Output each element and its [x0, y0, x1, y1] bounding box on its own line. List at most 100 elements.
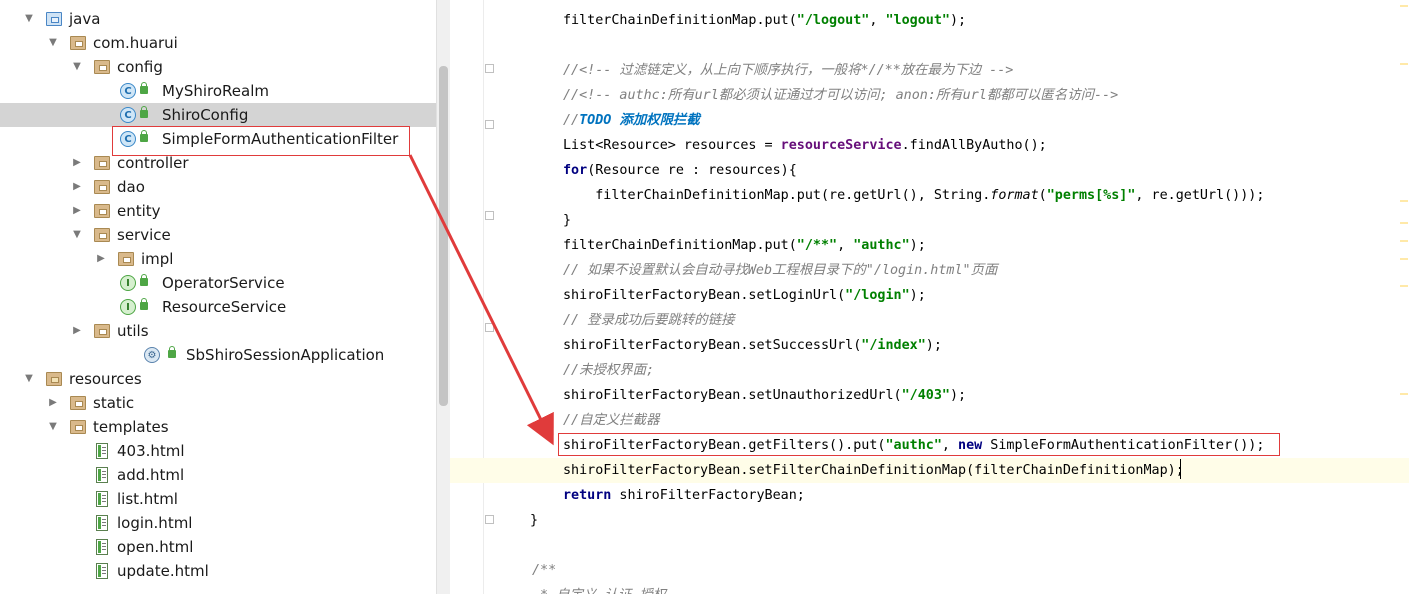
code-token: ,	[837, 238, 854, 253]
expand-arrow-icon[interactable]: ▼	[46, 31, 60, 55]
code-line[interactable]: //<!-- authc:所有url都必须认证通过才可以访问; anon:所有u…	[450, 83, 1409, 108]
tree-item-myshirorealm[interactable]: C MyShiroRealm	[0, 79, 436, 103]
expand-arrow-icon[interactable]: ▼	[22, 7, 36, 31]
code-line[interactable]: shiroFilterFactoryBean.setSuccessUrl("/i…	[450, 333, 1409, 358]
warning-stripe-mark[interactable]	[1400, 240, 1408, 242]
collapse-arrow-icon[interactable]: ▶	[94, 247, 108, 271]
code-token: //	[563, 113, 580, 128]
tree-item-dao[interactable]: ▶ dao	[0, 175, 436, 199]
tree-item-label: open.html	[117, 538, 194, 556]
code-line[interactable]: for(Resource re : resources){	[450, 158, 1409, 183]
code-line[interactable]: //自定义拦截器	[450, 408, 1409, 433]
tree-scrollbar-thumb[interactable]	[439, 66, 448, 406]
tree-item-label: 403.html	[117, 442, 185, 460]
fold-marker-icon[interactable]	[485, 323, 494, 332]
code-line[interactable]: shiroFilterFactoryBean.setUnauthorizedUr…	[450, 383, 1409, 408]
expand-arrow-icon[interactable]: ▼	[70, 55, 84, 79]
code-line[interactable]: * 自定义 认证 授权	[450, 583, 1409, 594]
code-line[interactable]: // 登录成功后要跳转的链接	[450, 308, 1409, 333]
fold-marker-icon[interactable]	[485, 515, 494, 524]
code-editor[interactable]: filterChainDefinitionMap.put("/logout", …	[450, 0, 1409, 594]
tree-item-templates[interactable]: ▼ templates	[0, 415, 436, 439]
warning-stripe-mark[interactable]	[1400, 63, 1408, 65]
code-line[interactable]: //<!-- 过滤链定义，从上向下顺序执行，一般将*//**放在最为下边 -->	[450, 58, 1409, 83]
tree-item-shiroconfig[interactable]: C ShiroConfig	[0, 103, 436, 127]
code-token: "perms[%s]"	[1046, 188, 1136, 203]
fold-marker-icon[interactable]	[485, 211, 494, 220]
code-token: "/login"	[845, 288, 910, 303]
tree-item-label: config	[117, 58, 163, 76]
code-token: filterChainDefinitionMap.put(re.getUrl()…	[563, 188, 991, 203]
tree-item-add-html[interactable]: add.html	[0, 463, 436, 487]
tree-item-resourceservice[interactable]: I ResourceService	[0, 295, 436, 319]
tree-item-resources[interactable]: ▼ resources	[0, 367, 436, 391]
code-line[interactable]: }	[450, 208, 1409, 233]
tree-item-service[interactable]: ▼ service	[0, 223, 436, 247]
fold-marker-icon[interactable]	[485, 64, 494, 73]
tree-row-partial	[0, 0, 436, 7]
package-icon	[94, 204, 110, 218]
expand-arrow-icon[interactable]: ▼	[22, 367, 36, 391]
code-line[interactable]: /**	[450, 558, 1409, 583]
code-line[interactable]: //TODO 添加权限拦截	[450, 108, 1409, 133]
text-caret	[1180, 459, 1181, 479]
tree-item-utils[interactable]: ▶ utils	[0, 319, 436, 343]
code-line[interactable]: }	[450, 508, 1409, 533]
tree-item-label: SbShiroSessionApplication	[186, 346, 385, 364]
warning-stripe-mark[interactable]	[1400, 5, 1408, 7]
warning-stripe-mark[interactable]	[1400, 258, 1408, 260]
collapse-arrow-icon[interactable]: ▶	[70, 199, 84, 223]
collapse-arrow-icon[interactable]: ▶	[46, 391, 60, 415]
collapse-arrow-icon[interactable]: ▶	[70, 175, 84, 199]
code-line[interactable]: filterChainDefinitionMap.put("/logout", …	[450, 8, 1409, 33]
tree-item-entity[interactable]: ▶ entity	[0, 199, 436, 223]
warning-stripe-mark[interactable]	[1400, 200, 1408, 202]
code-token: (	[1038, 188, 1047, 203]
expand-arrow-icon[interactable]: ▼	[46, 415, 60, 439]
collapse-arrow-icon[interactable]: ▶	[70, 319, 84, 343]
code-line[interactable]	[450, 533, 1409, 558]
package-icon	[94, 60, 110, 74]
code-line[interactable]	[450, 33, 1409, 58]
html-file-icon	[96, 515, 108, 531]
tree-item-label: OperatorService	[162, 274, 285, 292]
tree-scrollbar[interactable]	[436, 0, 450, 594]
warning-stripe-mark[interactable]	[1400, 285, 1408, 287]
code-line[interactable]: filterChainDefinitionMap.put("/**", "aut…	[450, 233, 1409, 258]
collapse-arrow-icon[interactable]: ▶	[70, 151, 84, 175]
error-stripe[interactable]	[1399, 0, 1409, 594]
code-token: //<!-- 过滤链定义，从上向下顺序执行，一般将*//**放在最为下边 -->	[563, 63, 1014, 78]
tree-item-sbshirosessionapplication[interactable]: ⚙ SbShiroSessionApplication	[0, 343, 436, 367]
code-token: TODO 添加权限拦截	[579, 113, 700, 128]
code-line[interactable]: return shiroFilterFactoryBean;	[450, 483, 1409, 508]
expand-arrow-icon[interactable]: ▼	[70, 223, 84, 247]
code-line[interactable]: filterChainDefinitionMap.put(re.getUrl()…	[450, 183, 1409, 208]
code-line[interactable]: shiroFilterFactoryBean.setLoginUrl("/log…	[450, 283, 1409, 308]
tree-item-label: MyShiroRealm	[162, 82, 269, 100]
tree-item-static[interactable]: ▶ static	[0, 391, 436, 415]
code-token: ,	[869, 13, 886, 28]
code-token: filterChainDefinitionMap.put(	[563, 238, 797, 253]
code-line[interactable]: // 如果不设置默认会自动寻找Web工程根目录下的"/login.html"页面	[450, 258, 1409, 283]
tree-item-operatorservice[interactable]: I OperatorService	[0, 271, 436, 295]
warning-stripe-mark[interactable]	[1400, 222, 1408, 224]
tree-item-login-html[interactable]: login.html	[0, 511, 436, 535]
tree-item-java[interactable]: ▼ java	[0, 7, 436, 31]
code-line[interactable]: //未授权界面;	[450, 358, 1409, 383]
code-token: );	[909, 288, 926, 303]
warning-stripe-mark[interactable]	[1400, 393, 1408, 395]
tree-item-impl[interactable]: ▶ impl	[0, 247, 436, 271]
tree-item-label: resources	[69, 370, 142, 388]
fold-marker-icon[interactable]	[485, 120, 494, 129]
tree-item-update-html[interactable]: update.html	[0, 559, 436, 583]
tree-item-list-html[interactable]: list.html	[0, 487, 436, 511]
html-file-icon	[96, 443, 108, 459]
tree-item-label: add.html	[117, 466, 185, 484]
code-line[interactable]: shiroFilterFactoryBean.setFilterChainDef…	[450, 458, 1409, 483]
code-token: //<!-- authc:所有url都必须认证通过才可以访问; anon:所有u…	[563, 88, 1119, 103]
tree-item-config[interactable]: ▼ config	[0, 55, 436, 79]
tree-item-com-huarui[interactable]: ▼ com.huarui	[0, 31, 436, 55]
code-line[interactable]: List<Resource> resources = resourceServi…	[450, 133, 1409, 158]
tree-item-403-html[interactable]: 403.html	[0, 439, 436, 463]
tree-item-open-html[interactable]: open.html	[0, 535, 436, 559]
